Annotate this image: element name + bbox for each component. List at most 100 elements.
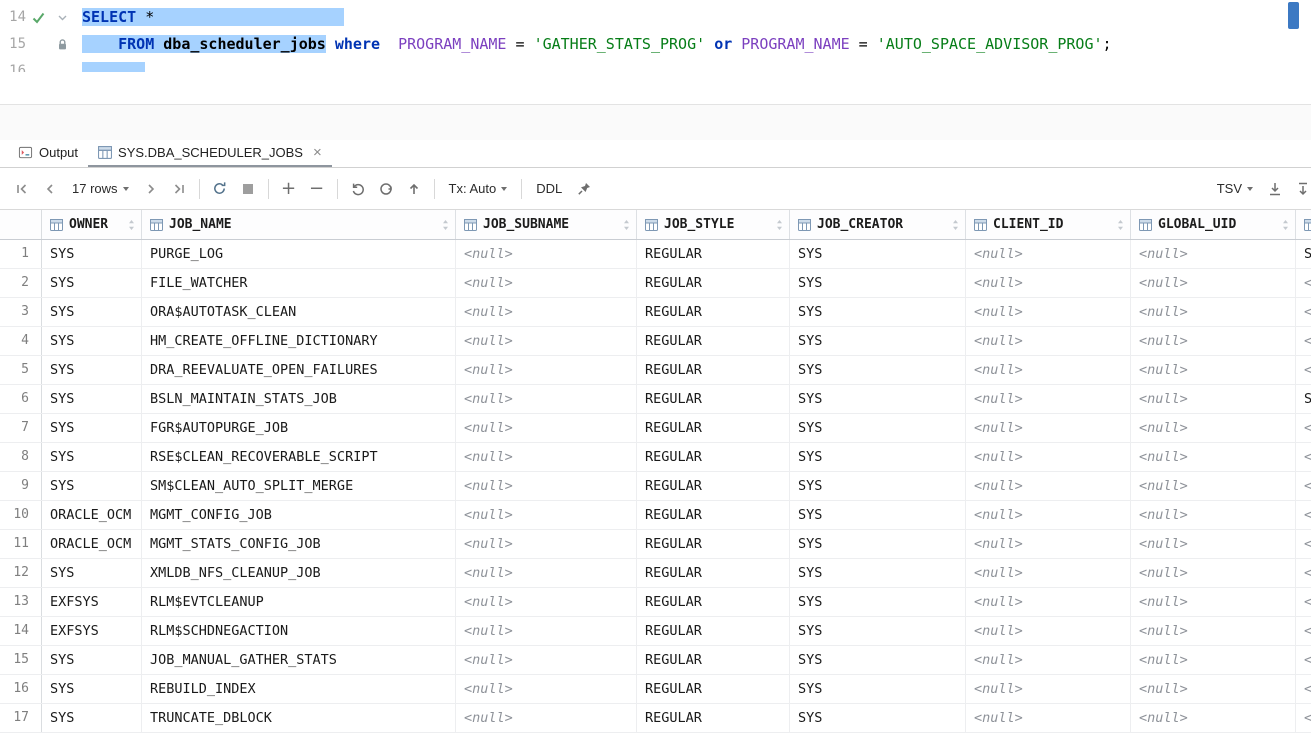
table-cell[interactable]: BSLN_MAINTAIN_STATS_JOB — [142, 385, 456, 413]
table-cell[interactable]: <null> — [966, 240, 1131, 268]
tab-output[interactable]: Output — [8, 140, 88, 167]
table-cell[interactable]: <null> — [1131, 588, 1296, 616]
table-cell[interactable]: PURGE_LOG — [142, 240, 456, 268]
table-cell[interactable]: SYS — [790, 414, 966, 442]
prev-page-icon[interactable] — [36, 176, 64, 202]
table-cell[interactable]: SYS — [42, 356, 142, 384]
last-page-icon[interactable] — [165, 176, 193, 202]
table-cell[interactable]: <null> — [456, 501, 637, 529]
table-cell[interactable]: REGULAR — [637, 385, 790, 413]
table-cell[interactable]: RLM$SCHDNEGACTION — [142, 617, 456, 645]
sort-icon[interactable] — [1117, 219, 1124, 231]
table-cell[interactable]: REGULAR — [637, 414, 790, 442]
row-number[interactable]: 5 — [0, 356, 42, 384]
table-cell[interactable]: REGULAR — [637, 588, 790, 616]
table-cell[interactable]: SYS — [790, 617, 966, 645]
table-cell[interactable]: <null> — [1131, 559, 1296, 587]
table-cell[interactable]: <null> — [1296, 704, 1311, 732]
table-cell[interactable]: <null> — [1296, 356, 1311, 384]
row-number[interactable]: 3 — [0, 298, 42, 326]
table-cell[interactable]: <null> — [1131, 356, 1296, 384]
table-cell[interactable]: <null> — [966, 501, 1131, 529]
table-cell[interactable]: <null> — [1131, 414, 1296, 442]
table-cell[interactable]: SYS — [42, 472, 142, 500]
table-cell[interactable]: REGULAR — [637, 704, 790, 732]
table-cell[interactable]: EXFSYS — [42, 588, 142, 616]
column-header[interactable]: CLIENT_ID — [966, 210, 1131, 239]
editor-line[interactable]: 15 FROM dba_scheduler_jobs where PROGRAM… — [0, 31, 1311, 58]
table-cell[interactable]: XMLDB_NFS_CLEANUP_JOB — [142, 559, 456, 587]
table-cell[interactable]: SYS — [790, 588, 966, 616]
editor-line[interactable]: 16 — [0, 58, 1311, 72]
table-cell[interactable]: SYS — [790, 240, 966, 268]
table-cell[interactable]: SYS — [790, 559, 966, 587]
table-cell[interactable]: REGULAR — [637, 559, 790, 587]
table-cell[interactable]: <null> — [1296, 327, 1311, 355]
table-cell[interactable]: <null> — [1296, 414, 1311, 442]
table-cell[interactable]: <null> — [456, 298, 637, 326]
table-cell[interactable]: TRUNCATE_DBLOCK — [142, 704, 456, 732]
table-cell[interactable]: MGMT_CONFIG_JOB — [142, 501, 456, 529]
row-number[interactable]: 7 — [0, 414, 42, 442]
table-cell[interactable]: SYS — [790, 269, 966, 297]
table-cell[interactable]: <null> — [456, 530, 637, 558]
table-cell[interactable]: <null> — [966, 559, 1131, 587]
column-header[interactable]: JOB_NAME — [142, 210, 456, 239]
table-cell[interactable]: <null> — [966, 530, 1131, 558]
table-cell[interactable]: REGULAR — [637, 646, 790, 674]
table-cell[interactable]: SYS — [790, 675, 966, 703]
table-cell[interactable]: <null> — [1296, 588, 1311, 616]
first-page-icon[interactable] — [8, 176, 36, 202]
table-cell[interactable]: REGULAR — [637, 675, 790, 703]
table-cell[interactable]: SM$CLEAN_AUTO_SPLIT_MERGE — [142, 472, 456, 500]
table-cell[interactable]: JOB_MANUAL_GATHER_STATS — [142, 646, 456, 674]
table-cell[interactable]: SYS — [790, 443, 966, 471]
sort-icon[interactable] — [1282, 219, 1289, 231]
table-cell[interactable]: SYS — [42, 269, 142, 297]
table-cell[interactable]: REGULAR — [637, 530, 790, 558]
stop-icon[interactable] — [234, 176, 262, 202]
code-line[interactable] — [78, 58, 146, 72]
table-cell[interactable]: <null> — [966, 385, 1131, 413]
table-cell[interactable]: REGULAR — [637, 443, 790, 471]
table-cell[interactable]: RLM$EVTCLEANUP — [142, 588, 456, 616]
tab-result-grid[interactable]: SYS.DBA_SCHEDULER_JOBS × — [88, 140, 332, 167]
ddl-button[interactable]: DDL — [536, 181, 562, 196]
table-cell[interactable]: <null> — [1131, 704, 1296, 732]
next-page-icon[interactable] — [137, 176, 165, 202]
sort-icon[interactable] — [952, 219, 959, 231]
row-number[interactable]: 9 — [0, 472, 42, 500]
table-cell[interactable]: SYS — [790, 356, 966, 384]
table-cell[interactable]: SYS — [42, 240, 142, 268]
column-header[interactable]: GLOBAL_UID — [1131, 210, 1296, 239]
table-cell[interactable]: MGMT_STATS_CONFIG_JOB — [142, 530, 456, 558]
table-cell[interactable]: <null> — [966, 675, 1131, 703]
table-cell[interactable]: SYS — [42, 559, 142, 587]
row-number[interactable]: 17 — [0, 704, 42, 732]
table-cell[interactable]: <null> — [1296, 675, 1311, 703]
table-cell[interactable]: <null> — [1131, 385, 1296, 413]
table-cell[interactable]: SYS — [42, 675, 142, 703]
table-cell[interactable]: <null> — [966, 269, 1131, 297]
row-number[interactable]: 14 — [0, 617, 42, 645]
table-cell[interactable]: SYS — [1296, 385, 1311, 413]
row-number[interactable]: 15 — [0, 646, 42, 674]
table-cell[interactable]: <null> — [1131, 269, 1296, 297]
table-cell[interactable]: REGULAR — [637, 269, 790, 297]
table-cell[interactable]: ORACLE_OCM — [42, 501, 142, 529]
sort-icon[interactable] — [776, 219, 783, 231]
table-cell[interactable]: EXFSYS — [42, 617, 142, 645]
table-cell[interactable]: <null> — [966, 588, 1131, 616]
delete-row-icon[interactable]: − — [303, 176, 331, 202]
table-cell[interactable]: REGULAR — [637, 501, 790, 529]
table-cell[interactable]: REGULAR — [637, 356, 790, 384]
table-cell[interactable]: SYS — [790, 327, 966, 355]
row-number[interactable]: 12 — [0, 559, 42, 587]
row-number[interactable]: 13 — [0, 588, 42, 616]
add-row-icon[interactable]: + — [275, 176, 303, 202]
table-cell[interactable]: <null> — [456, 646, 637, 674]
row-number[interactable]: 11 — [0, 530, 42, 558]
table-cell[interactable]: <null> — [456, 385, 637, 413]
fold-icon[interactable] — [50, 15, 74, 21]
sql-editor[interactable]: 14 SELECT * 15 FROM dba_scheduler_jobs wh… — [0, 0, 1311, 72]
